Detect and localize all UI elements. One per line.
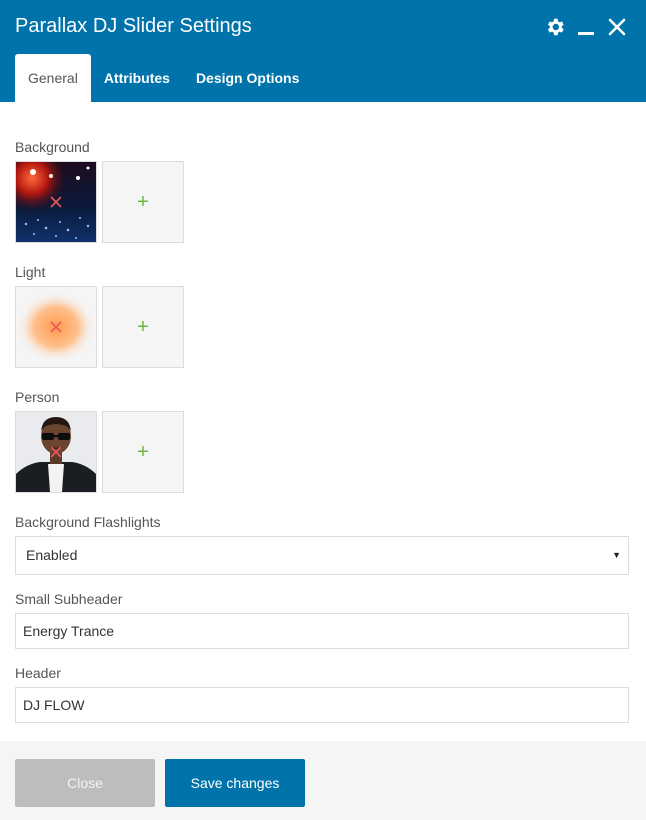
close-icon [608,18,626,36]
light-label: Light [15,264,46,280]
minimize-button[interactable] [573,14,599,40]
flashlights-select[interactable]: Enabled ▼ [15,536,629,575]
background-label: Background [15,139,90,155]
person-label: Person [15,389,60,405]
remove-light-button[interactable] [49,320,63,334]
header-value: DJ FLOW [23,697,85,713]
add-person-button[interactable]: + [102,411,184,493]
window-controls [537,14,630,40]
subheader-label: Small Subheader [15,591,123,607]
dropdown-arrow-icon: ▼ [612,550,621,560]
flashlights-label: Background Flashlights [15,514,161,530]
tab-design-options[interactable]: Design Options [183,54,312,102]
plus-icon: + [137,191,149,213]
light-image-thumb[interactable] [15,286,97,368]
plus-icon: + [137,316,149,338]
settings-button[interactable] [542,14,568,40]
header-label: Header [15,665,61,681]
remove-icon [50,196,62,208]
remove-icon [50,446,62,458]
modal-footer: Close Save changes [0,741,646,820]
add-light-button[interactable]: + [102,286,184,368]
plus-icon: + [137,441,149,463]
gear-icon [547,18,564,36]
tab-attributes[interactable]: Attributes [91,54,183,102]
modal-header: Parallax DJ Slider Settings General Attr… [0,0,646,102]
header-input[interactable]: DJ FLOW [15,687,629,723]
subheader-input[interactable]: Energy Trance [15,613,629,649]
tab-general[interactable]: General [15,54,91,102]
person-image-thumb[interactable] [15,411,97,493]
remove-icon [50,321,62,333]
flashlights-selected-value: Enabled [26,547,78,563]
tab-bar: General Attributes Design Options [15,54,312,102]
modal-title: Parallax DJ Slider Settings [15,15,252,37]
minimize-icon [578,32,594,35]
remove-background-button[interactable] [49,195,63,209]
close-window-button[interactable] [604,14,630,40]
background-image-thumb[interactable] [15,161,97,243]
save-changes-button[interactable]: Save changes [165,759,305,807]
close-button[interactable]: Close [15,759,155,807]
add-background-button[interactable]: + [102,161,184,243]
subheader-value: Energy Trance [23,623,115,639]
remove-person-button[interactable] [49,445,63,459]
